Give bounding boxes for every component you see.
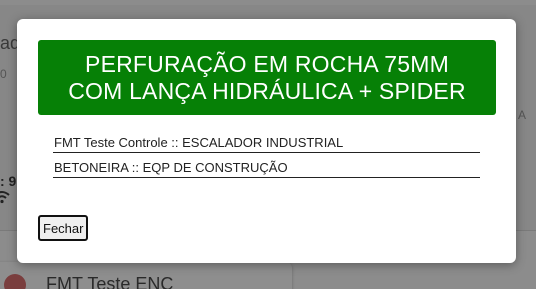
list-item: FMT Teste Controle :: ESCALADOR INDUSTRI… [53,134,480,153]
modal-title-line-2: COM LANÇA HIDRÁULICA + SPIDER [68,77,466,104]
background-bold-fragment: : 9 [0,173,17,189]
background-list-card-title: FMT Teste ENC [46,274,174,289]
modal-title-line-1: PERFURAÇÃO EM ROCHA 75MM [85,50,449,77]
equipment-modal: PERFURAÇÃO EM ROCHA 75MM COM LANÇA HIDRÁ… [17,19,516,263]
avatar [4,274,26,289]
background-subtext-fragment: 0 [0,67,7,81]
list-item: BETONEIRA :: EQP DE CONSTRUÇÃO [53,159,480,178]
wifi-icon [0,191,10,204]
close-button[interactable]: Fechar [38,215,89,241]
modal-header: PERFURAÇÃO EM ROCHA 75MM COM LANÇA HIDRÁ… [38,40,496,115]
equipment-list: FMT Teste Controle :: ESCALADOR INDUSTRI… [53,134,480,184]
